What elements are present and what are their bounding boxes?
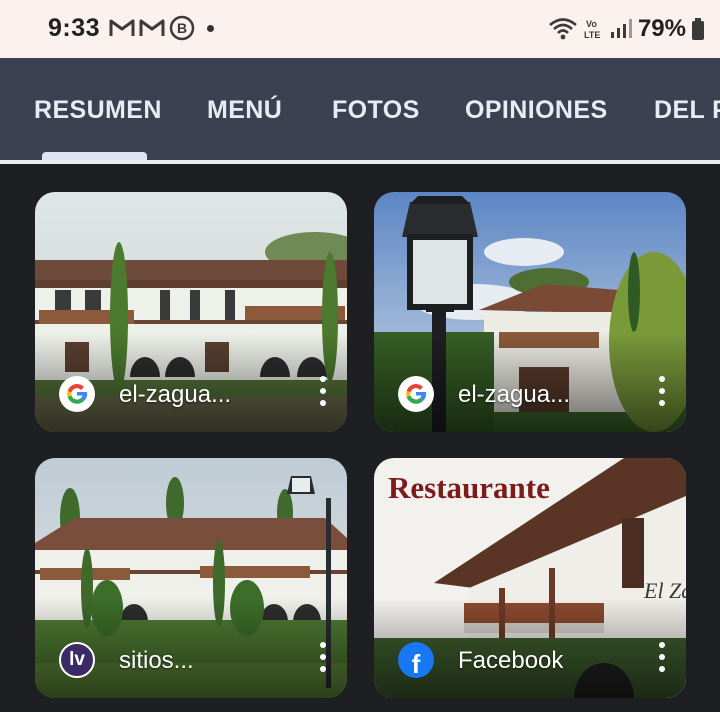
gmail-icon bbox=[139, 19, 165, 36]
status-time: 9:33 bbox=[48, 14, 101, 42]
svg-text:Vo: Vo bbox=[586, 19, 597, 29]
tab-fotos[interactable]: FOTOS bbox=[332, 96, 420, 125]
system-status-icons: Vo LTE 79% bbox=[548, 13, 704, 45]
photo-card[interactable]: el-zagua... bbox=[35, 192, 347, 432]
active-tab-indicator bbox=[42, 152, 147, 160]
dot-icon bbox=[207, 24, 214, 32]
sitios-logo-text: lv bbox=[69, 649, 85, 670]
facebook-logo-text: f bbox=[411, 648, 421, 679]
source-label: sitios... bbox=[119, 647, 194, 674]
photo-restaurante-text: Restaurante bbox=[388, 470, 550, 505]
google-logo-icon bbox=[398, 376, 434, 412]
source-label: el-zagua... bbox=[458, 381, 571, 408]
volte-icon: Vo LTE bbox=[584, 19, 600, 40]
photo-card[interactable]: lv sitios... bbox=[35, 458, 347, 698]
svg-text:B: B bbox=[177, 20, 187, 36]
tab-resumen[interactable]: RESUMEN bbox=[34, 96, 162, 125]
more-options-icon[interactable] bbox=[656, 642, 668, 672]
photo-card[interactable]: el-zagua... bbox=[374, 192, 686, 432]
tab-menu[interactable]: MENÚ bbox=[207, 96, 282, 125]
signal-icon bbox=[610, 19, 632, 38]
wifi-icon bbox=[549, 18, 577, 40]
more-options-icon[interactable] bbox=[656, 376, 668, 406]
sitios-logo-icon: lv bbox=[59, 642, 95, 678]
photo-card[interactable]: El Zaguan Restaurante f Facebook bbox=[374, 458, 686, 698]
facebook-logo-icon: f bbox=[398, 642, 434, 678]
tab-del-p[interactable]: DEL P bbox=[654, 96, 720, 125]
notification-icons: B bbox=[109, 15, 214, 41]
source-label: el-zagua... bbox=[119, 381, 232, 408]
battery-percent: 79% bbox=[637, 15, 686, 42]
status-bar: 9:33 B Vo LTE 79% bbox=[0, 0, 720, 58]
tab-bar: RESUMEN MENÚ FOTOS OPINIONES DEL P bbox=[0, 58, 720, 160]
battery-icon bbox=[692, 18, 704, 40]
tab-divider bbox=[0, 160, 720, 164]
google-logo-icon bbox=[59, 376, 95, 412]
more-options-icon[interactable] bbox=[317, 642, 329, 672]
more-options-icon[interactable] bbox=[317, 376, 329, 406]
gmail-icon bbox=[109, 19, 135, 36]
bixby-icon: B bbox=[169, 15, 195, 41]
tab-opiniones[interactable]: OPINIONES bbox=[465, 96, 608, 125]
source-label: Facebook bbox=[458, 647, 564, 674]
svg-text:LTE: LTE bbox=[584, 30, 600, 40]
